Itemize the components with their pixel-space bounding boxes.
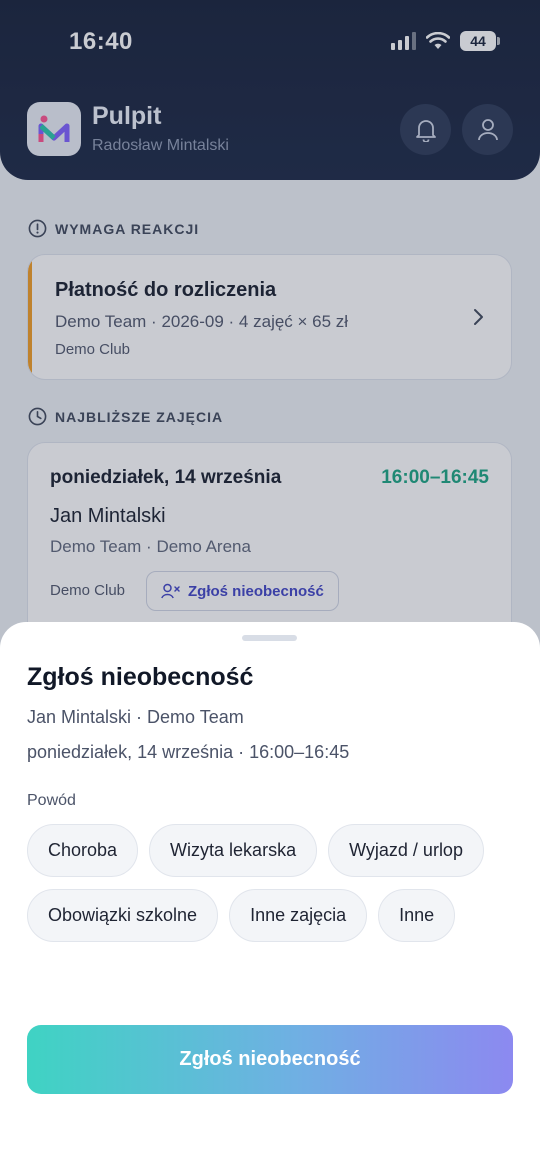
reason-options: Choroba Wizyta lekarska Wyjazd / urlop O… [27,824,517,942]
reason-option[interactable]: Choroba [27,824,139,877]
reason-option[interactable]: Wyjazd / urlop [328,824,484,877]
absence-sheet: Zgłoś nieobecność Jan Mintalski · Demo T… [0,622,540,1170]
reason-option[interactable]: Inne [378,889,456,942]
submit-absence-button[interactable]: Zgłoś nieobecność [27,1025,513,1094]
reason-option[interactable]: Obowiązki szkolne [27,889,219,942]
reason-label: Powód [27,792,76,809]
reason-option[interactable]: Inne zajęcia [229,889,368,942]
sheet-title: Zgłoś nieobecność [27,663,254,691]
sheet-drag-handle[interactable] [242,635,297,641]
reason-option[interactable]: Wizyta lekarska [149,824,318,877]
sheet-datetime: poniedziałek, 14 września · 16:00–16:45 [27,742,350,762]
sheet-participant: Jan Mintalski · Demo Team [27,707,244,727]
